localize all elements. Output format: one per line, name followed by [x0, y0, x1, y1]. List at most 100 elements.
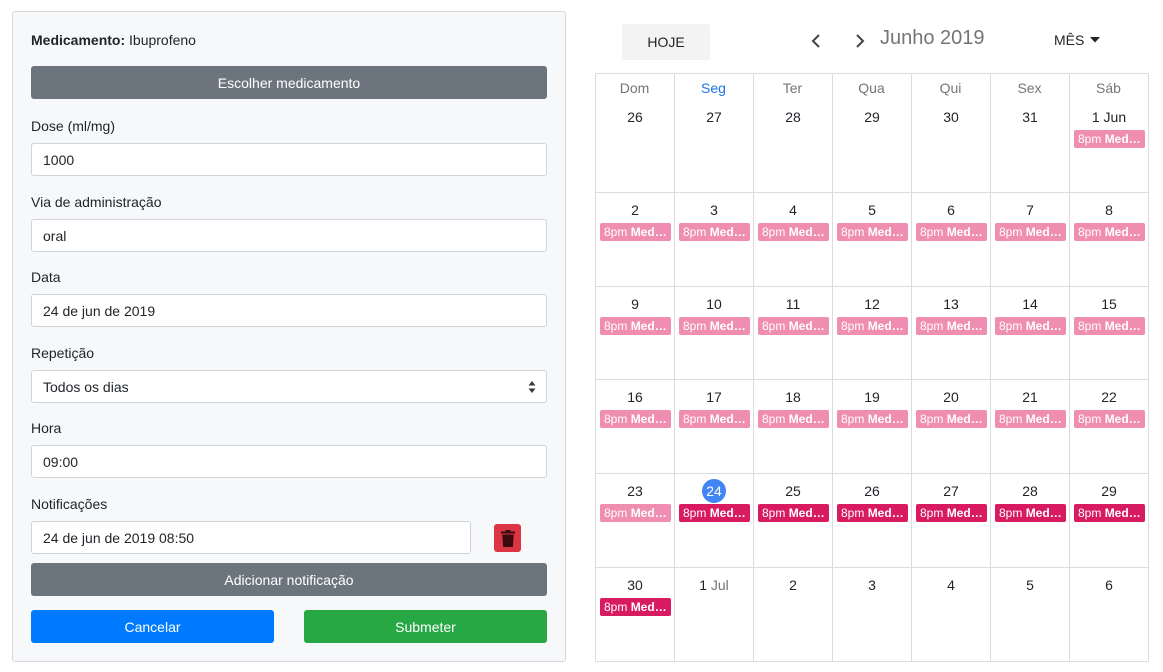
medication-event[interactable]: 8pm Med…: [600, 504, 671, 522]
medication-label: Medicamento:: [31, 32, 126, 48]
medication-event[interactable]: 8pm Med…: [679, 410, 750, 428]
medication-event[interactable]: 8pm Med…: [758, 317, 829, 335]
day-cell[interactable]: 9 8pm Med…: [596, 287, 675, 380]
day-cell[interactable]: 14 8pm Med…: [991, 287, 1070, 380]
day-cell[interactable]: 13 8pm Med…: [912, 287, 991, 380]
cancel-button[interactable]: Cancelar: [31, 610, 274, 643]
medication-event[interactable]: 8pm Med…: [758, 410, 829, 428]
month-title: Junho 2019: [880, 27, 985, 49]
day-cell[interactable]: 8 8pm Med…: [1070, 193, 1149, 287]
medication-event[interactable]: 8pm Med…: [995, 317, 1066, 335]
medication-event[interactable]: 8pm Med…: [600, 317, 671, 335]
route-input[interactable]: oral: [31, 219, 547, 252]
day-cell[interactable]: 3: [833, 568, 912, 662]
day-cell[interactable]: 4 8pm Med…: [754, 193, 833, 287]
medication-event[interactable]: 8pm Med…: [1074, 130, 1145, 148]
event-title: Med…: [788, 319, 825, 333]
medication-event[interactable]: 8pm Med…: [679, 504, 750, 522]
medication-event[interactable]: 8pm Med…: [1074, 223, 1145, 241]
day-cell[interactable]: 5 8pm Med…: [833, 193, 912, 287]
day-number: 16: [627, 389, 643, 405]
day-cell[interactable]: 2: [754, 568, 833, 662]
medication-event[interactable]: 8pm Med…: [916, 504, 987, 522]
choose-medication-button[interactable]: Escolher medicamento: [31, 66, 547, 99]
day-cell[interactable]: 10 8pm Med…: [675, 287, 754, 380]
day-number: 11: [785, 296, 801, 312]
today-button[interactable]: HOJE: [622, 24, 710, 60]
day-cell[interactable]: 16 8pm Med…: [596, 380, 675, 474]
event-time: 8pm: [762, 412, 786, 426]
date-label: Data: [31, 269, 61, 285]
medication-event[interactable]: 8pm Med…: [679, 317, 750, 335]
day-cell[interactable]: 23 8pm Med…: [596, 474, 675, 568]
notification-input[interactable]: 24 de jun de 2019 08:50: [31, 521, 471, 554]
medication-event[interactable]: 8pm Med…: [837, 504, 908, 522]
medication-event[interactable]: 8pm Med…: [837, 223, 908, 241]
day-cell[interactable]: 26 8pm Med…: [833, 474, 912, 568]
medication-event[interactable]: 8pm Med…: [916, 410, 987, 428]
day-cell[interactable]: 30 8pm Med…: [596, 568, 675, 662]
medication-event[interactable]: 8pm Med…: [1074, 504, 1145, 522]
day-cell[interactable]: 6: [1070, 568, 1149, 662]
medication-event[interactable]: 8pm Med…: [1074, 410, 1145, 428]
day-cell[interactable]: 19 8pm Med…: [833, 380, 912, 474]
medication-event[interactable]: 8pm Med…: [600, 598, 671, 616]
day-cell[interactable]: 28 8pm Med…: [991, 474, 1070, 568]
medication-event[interactable]: 8pm Med…: [837, 410, 908, 428]
day-cell[interactable]: 12 8pm Med…: [833, 287, 912, 380]
previous-month-button[interactable]: [806, 30, 826, 52]
medication-value: Ibuprofeno: [129, 32, 196, 48]
medication-event[interactable]: 8pm Med…: [995, 410, 1066, 428]
day-cell[interactable]: 17 8pm Med…: [675, 380, 754, 474]
medication-event[interactable]: 8pm Med…: [995, 223, 1066, 241]
time-input[interactable]: 09:00: [31, 445, 547, 478]
medication-event[interactable]: 8pm Med…: [837, 317, 908, 335]
day-cell[interactable]: 15 8pm Med…: [1070, 287, 1149, 380]
day-cell[interactable]: 18 8pm Med…: [754, 380, 833, 474]
day-cell[interactable]: 2 8pm Med…: [596, 193, 675, 287]
day-cell[interactable]: 4: [912, 568, 991, 662]
repeat-select[interactable]: Todos os dias: [31, 370, 547, 403]
medication-event[interactable]: 8pm Med…: [679, 223, 750, 241]
day-number: 17: [706, 389, 722, 405]
add-notification-button[interactable]: Adicionar notificação: [31, 563, 547, 596]
day-cell[interactable]: 21 8pm Med…: [991, 380, 1070, 474]
day-number: 30: [627, 577, 643, 593]
date-input[interactable]: 24 de jun de 2019: [31, 294, 547, 327]
medication-event[interactable]: 8pm Med…: [758, 504, 829, 522]
next-month-button[interactable]: [850, 30, 870, 52]
day-cell[interactable]: 20 8pm Med…: [912, 380, 991, 474]
day-cell[interactable]: 6 8pm Med…: [912, 193, 991, 287]
day-cell[interactable]: 27 8pm Med…: [912, 474, 991, 568]
medication-event[interactable]: 8pm Med…: [758, 223, 829, 241]
event-time: 8pm: [1078, 319, 1102, 333]
event-time: 8pm: [604, 600, 628, 614]
day-cell[interactable]: 24 8pm Med…: [675, 474, 754, 568]
day-number: 6: [1105, 577, 1113, 593]
day-cell[interactable]: 5: [991, 568, 1070, 662]
day-cell[interactable]: 29 8pm Med…: [1070, 474, 1149, 568]
medication-event[interactable]: 8pm Med…: [600, 223, 671, 241]
event-time: 8pm: [841, 506, 865, 520]
event-time: 8pm: [1078, 506, 1102, 520]
day-number: 15: [1101, 296, 1117, 312]
day-cell[interactable]: 3 8pm Med…: [675, 193, 754, 287]
route-value: oral: [43, 227, 67, 244]
medication-event[interactable]: 8pm Med…: [995, 504, 1066, 522]
medication-event[interactable]: 8pm Med…: [916, 317, 987, 335]
medication-event[interactable]: 8pm Med…: [1074, 317, 1145, 335]
day-cell[interactable]: 11 8pm Med…: [754, 287, 833, 380]
event-title: Med…: [867, 412, 904, 426]
event-time: 8pm: [683, 506, 707, 520]
day-cell[interactable]: 1 Jul: [675, 568, 754, 662]
dose-input[interactable]: 1000: [31, 143, 547, 176]
medication-event[interactable]: 8pm Med…: [916, 223, 987, 241]
day-cell[interactable]: 25 8pm Med…: [754, 474, 833, 568]
submit-button[interactable]: Submeter: [304, 610, 547, 643]
day-cell[interactable]: 22 8pm Med…: [1070, 380, 1149, 474]
day-cell[interactable]: 7 8pm Med…: [991, 193, 1070, 287]
delete-notification-button[interactable]: [494, 524, 521, 552]
view-selector-button[interactable]: MÊS: [1054, 32, 1101, 48]
event-time: 8pm: [841, 225, 865, 239]
medication-event[interactable]: 8pm Med…: [600, 410, 671, 428]
